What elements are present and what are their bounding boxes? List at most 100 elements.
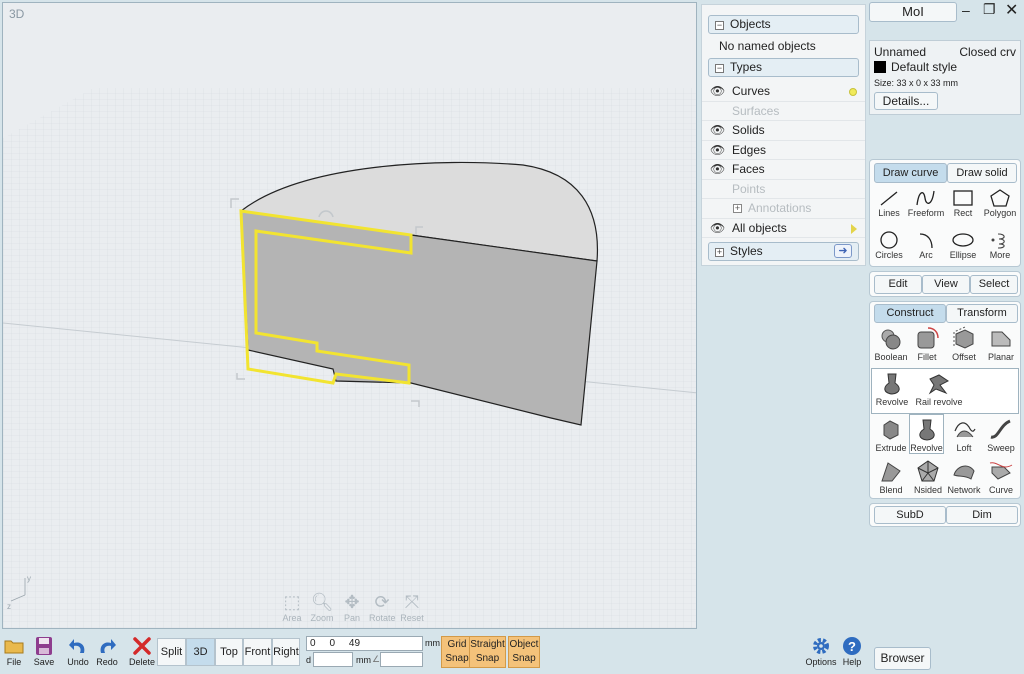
object-name: Unnamed: [874, 45, 927, 59]
tool-planar[interactable]: Planar: [982, 326, 1020, 362]
redo-button[interactable]: Redo: [94, 635, 120, 667]
tool-revolve[interactable]: Revolve: [909, 414, 944, 454]
save-icon: [36, 637, 52, 655]
eye-icon[interactable]: 👁: [710, 121, 725, 141]
object-type: Closed crv: [959, 45, 1016, 59]
angle-input[interactable]: [380, 652, 423, 667]
arc-icon: [919, 233, 933, 249]
revolve-flyout: Revolve Rail revolve: [871, 368, 1019, 414]
scene-canvas[interactable]: y z: [3, 3, 697, 629]
tool-rail-revolve[interactable]: Rail revolve: [914, 371, 964, 407]
expand-icon: +: [715, 247, 724, 257]
type-row-edges[interactable]: 👁 Edges: [702, 141, 865, 161]
styles-header[interactable]: + Styles ➜: [708, 242, 859, 261]
view-3d-button[interactable]: 3D: [186, 638, 215, 666]
construct-group: Construct Transform Boolean Fillet Offse…: [869, 301, 1021, 499]
tool-ellipse[interactable]: Ellipse: [944, 230, 982, 260]
tab-dim[interactable]: Dim: [946, 506, 1018, 524]
eye-icon[interactable]: 👁: [710, 160, 725, 180]
coordinate-input[interactable]: 0 0 49: [306, 636, 423, 651]
straight-snap-toggle[interactable]: Straight Snap: [469, 636, 506, 668]
tool-blend[interactable]: Blend: [872, 459, 910, 495]
tab-construct[interactable]: Construct: [874, 304, 946, 323]
pan-tool[interactable]: ✥ Pan: [339, 591, 365, 623]
eye-icon[interactable]: 👁: [710, 141, 725, 161]
zoom-tool[interactable]: 🔍︎ Zoom: [309, 591, 335, 623]
tool-revolve-flyout[interactable]: Revolve: [873, 371, 911, 407]
type-row-annotations[interactable]: + Annotations: [702, 199, 865, 219]
minimize-icon[interactable]: –: [962, 2, 970, 18]
freeform-icon: [916, 190, 935, 206]
tab-subd[interactable]: SubD: [874, 506, 946, 524]
reset-tool[interactable]: ⤧ Reset: [399, 591, 425, 623]
close-icon[interactable]: ✕: [1005, 0, 1018, 20]
collapse-icon: −: [715, 20, 724, 30]
details-button[interactable]: Details...: [874, 92, 938, 110]
tool-fillet[interactable]: Fillet: [908, 326, 946, 362]
help-button[interactable]: ? Help: [840, 635, 864, 667]
tool-polygon[interactable]: Polygon: [981, 188, 1019, 218]
type-row-curves[interactable]: 👁 Curves: [702, 82, 865, 102]
tool-freeform[interactable]: Freeform: [907, 188, 945, 218]
tool-circles[interactable]: Circles: [870, 230, 908, 260]
tool-boolean[interactable]: Boolean: [872, 326, 910, 362]
viewport-3d[interactable]: y z 3D ⬚ Area 🔍︎ Zoom ✥ Pan ⟳ Rotate ⤧ Reset: [2, 2, 697, 629]
tool-rect[interactable]: Rect: [944, 188, 982, 218]
selected-dot-icon: [849, 88, 857, 96]
revolve-icon: [918, 419, 935, 441]
tab-view[interactable]: View: [922, 275, 970, 294]
sweep-icon: [990, 419, 1011, 439]
tab-edit[interactable]: Edit: [874, 275, 922, 294]
save-button[interactable]: Save: [31, 635, 57, 667]
tab-transform[interactable]: Transform: [946, 304, 1018, 323]
expand-icon[interactable]: +: [733, 204, 742, 213]
distance-input[interactable]: [313, 652, 353, 667]
object-snap-toggle[interactable]: Object Snap: [508, 636, 540, 668]
browser-button[interactable]: Browser: [874, 647, 931, 670]
loft-icon: [954, 422, 976, 438]
type-row-solids[interactable]: 👁 Solids: [702, 121, 865, 141]
rotate-tool[interactable]: ⟳ Rotate: [369, 591, 396, 623]
view-front-button[interactable]: Front: [243, 638, 272, 666]
app-menu-button[interactable]: MoI: [869, 2, 957, 22]
styles-go-icon[interactable]: ➜: [834, 244, 852, 258]
type-row-all-objects[interactable]: 👁 All objects: [702, 219, 865, 239]
delete-icon: [133, 637, 151, 655]
eye-icon[interactable]: 👁: [710, 82, 725, 102]
types-header[interactable]: − Types: [708, 58, 859, 77]
view-split-button[interactable]: Split: [157, 638, 186, 666]
tool-extrude[interactable]: Extrude: [872, 417, 910, 453]
view-right-button[interactable]: Right: [272, 638, 300, 666]
object-style[interactable]: Default style: [891, 60, 957, 74]
tool-more[interactable]: More: [981, 230, 1019, 260]
tool-network[interactable]: Network: [945, 459, 983, 495]
tab-draw-solid[interactable]: Draw solid: [947, 163, 1017, 183]
coord-unit: mm: [425, 638, 440, 648]
style-swatch[interactable]: [874, 61, 886, 73]
options-button[interactable]: Options: [804, 635, 838, 667]
file-button[interactable]: File: [2, 635, 26, 667]
tool-lines[interactable]: Lines: [870, 188, 908, 218]
tool-nsided[interactable]: Nsided: [909, 459, 947, 495]
tool-arc[interactable]: Arc: [907, 230, 945, 260]
tool-loft[interactable]: Loft: [945, 417, 983, 453]
tool-curve[interactable]: Curve: [982, 459, 1020, 495]
tool-offset[interactable]: Offset: [945, 326, 983, 362]
tool-sweep[interactable]: Sweep: [982, 417, 1020, 453]
type-row-points[interactable]: Points: [702, 180, 865, 199]
redo-icon: [100, 639, 116, 653]
view-top-button[interactable]: Top: [215, 638, 243, 666]
maximize-icon[interactable]: ❐: [983, 1, 996, 18]
tab-draw-curve[interactable]: Draw curve: [874, 163, 947, 183]
collapse-icon: −: [715, 63, 724, 73]
undo-button[interactable]: Undo: [65, 635, 91, 667]
eye-icon[interactable]: 👁: [710, 219, 725, 239]
viewport-nav-tools: ⬚ Area 🔍︎ Zoom ✥ Pan ⟳ Rotate ⤧ Reset: [279, 591, 425, 623]
svg-text:y: y: [27, 574, 31, 583]
area-zoom-tool[interactable]: ⬚ Area: [279, 591, 305, 623]
type-row-faces[interactable]: 👁 Faces: [702, 160, 865, 180]
type-row-surfaces[interactable]: Surfaces: [702, 102, 865, 121]
delete-button[interactable]: Delete: [128, 635, 156, 667]
objects-header[interactable]: − Objects: [708, 15, 859, 34]
tab-select[interactable]: Select: [970, 275, 1018, 294]
